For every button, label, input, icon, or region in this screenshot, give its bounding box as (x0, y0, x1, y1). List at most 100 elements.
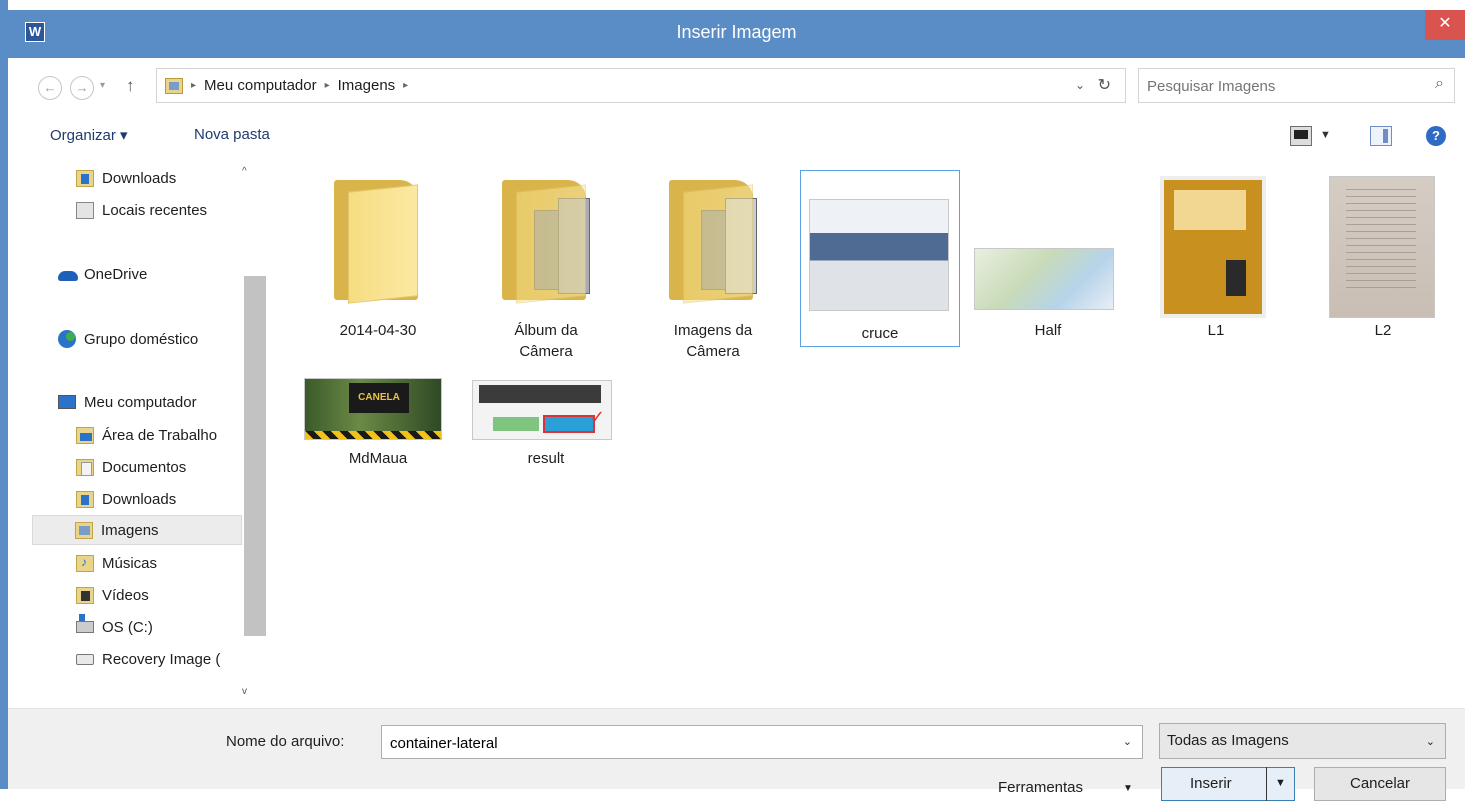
change-view-icon[interactable] (1290, 126, 1312, 146)
file-type-value: Todas as Imagens (1167, 732, 1289, 749)
sidebar-item-onedrive[interactable]: OneDrive (58, 259, 147, 289)
breadcrumb-separator-icon[interactable]: ▸ (191, 80, 196, 91)
pictures-folder-icon (75, 521, 93, 539)
file-item-label: cruce (861, 325, 899, 342)
up-button[interactable]: ↑ (126, 76, 135, 96)
file-item-label: Álbum da Câmera (514, 322, 578, 360)
sidebar-item-label: Locais recentes (102, 201, 208, 219)
filename-label: Nome do arquivo: (226, 733, 345, 750)
file-item-label: result (527, 450, 565, 467)
file-item-label: Half (1034, 322, 1062, 339)
file-item-folder[interactable]: Álbum da Câmera (466, 168, 626, 368)
sidebar-item-label: Recovery Image ( (102, 650, 221, 668)
music-folder-icon (76, 554, 94, 572)
homegroup-icon (58, 330, 76, 348)
sidebar-item-downloads[interactable]: Downloads (76, 163, 176, 193)
downloads-folder-icon (76, 490, 94, 508)
search-input[interactable] (1147, 75, 1407, 97)
sidebar-item-label: Downloads (102, 169, 177, 187)
image-thumbnail: ✓ (472, 380, 612, 440)
cancel-button[interactable]: Cancelar (1314, 767, 1446, 801)
search-box[interactable]: ⌕ (1138, 68, 1455, 103)
address-history-dropdown[interactable]: ⌄ (1075, 78, 1085, 92)
file-item-image[interactable]: Half (968, 168, 1128, 348)
recent-locations-dropdown[interactable]: ▾ (100, 80, 105, 91)
sidebar-item-label: Imagens (101, 521, 159, 539)
sidebar-item-recovery-drive[interactable]: Recovery Image ( (76, 644, 246, 674)
help-icon[interactable]: ? (1426, 126, 1446, 146)
sidebar-item-os-drive[interactable]: OS (C:) (76, 612, 153, 642)
sidebar-item-label: OneDrive (84, 265, 148, 283)
scroll-down-arrow-icon[interactable]: v (242, 686, 247, 697)
sidebar-item-downloads-2[interactable]: Downloads (76, 484, 176, 514)
computer-icon (58, 395, 76, 409)
back-button[interactable]: ← (38, 76, 62, 100)
downloads-folder-icon (76, 169, 94, 187)
command-toolbar: Organizar ▾ Nova pasta ▼ ? (8, 116, 1465, 158)
sidebar-item-label: Downloads (102, 490, 177, 508)
sidebar-item-label: OS (C:) (102, 618, 153, 636)
file-item-folder[interactable]: Imagens da Câmera (633, 168, 793, 368)
file-item-label: Imagens da Câmera (673, 322, 753, 360)
breadcrumb: ▸ Meu computador ▸ Imagens ▸ (165, 77, 408, 94)
image-thumbnail: CANELA (304, 378, 442, 440)
organize-button[interactable]: Organizar ▾ (50, 126, 128, 144)
sidebar-item-label: Meu computador (84, 393, 197, 411)
drive-icon (76, 614, 94, 633)
sidebar-item-recent-places[interactable]: Locais recentes (76, 195, 207, 225)
desktop-folder-icon (76, 426, 94, 444)
file-item-image[interactable]: ✓ result (466, 372, 626, 472)
image-thumbnail (1329, 176, 1435, 318)
documents-folder-icon (76, 458, 94, 476)
sidebar-scrollbar-thumb[interactable] (244, 276, 266, 636)
folder-icon (502, 180, 590, 304)
insert-options-dropdown[interactable]: ▼ (1266, 767, 1294, 801)
dialog-footer: Nome do arquivo: ⌄ Todas as Imagens ⌄ Fe… (8, 708, 1465, 801)
file-item-label: MdMaua (348, 450, 408, 467)
navigation-pane: Downloads Locais recentes OneDrive Grupo… (8, 158, 266, 708)
file-item-image[interactable]: L1 (1136, 168, 1296, 348)
forward-button[interactable]: → (70, 76, 94, 100)
recent-places-icon (76, 201, 94, 219)
title-bar: W Inserir Imagem ✕ (8, 10, 1465, 58)
sidebar-item-pictures[interactable]: Imagens (32, 515, 242, 545)
breadcrumb-separator-icon[interactable]: ▸ (325, 80, 330, 91)
file-item-label: L2 (1374, 322, 1392, 339)
folder-icon (334, 180, 422, 304)
file-item-image[interactable]: CANELA MdMaua (298, 372, 458, 472)
sidebar-item-label: Grupo doméstico (84, 330, 199, 348)
scroll-up-arrow-icon[interactable]: ^ (242, 166, 247, 177)
view-options-dropdown[interactable]: ▼ (1320, 129, 1342, 149)
file-item-folder[interactable]: 2014-04-30 (298, 168, 458, 348)
refresh-icon[interactable]: ↻ (1098, 75, 1111, 95)
close-button[interactable]: ✕ (1425, 10, 1465, 40)
search-icon[interactable]: ⌕ (1435, 75, 1444, 93)
breadcrumb-separator-icon[interactable]: ▸ (403, 80, 408, 91)
pictures-location-icon (165, 77, 183, 94)
preview-pane-icon[interactable] (1370, 126, 1392, 146)
file-item-image-selected[interactable]: cruce (800, 170, 960, 347)
sidebar-item-label: Vídeos (102, 586, 149, 604)
folder-icon (669, 180, 757, 304)
filename-input[interactable] (390, 733, 1090, 753)
insert-image-dialog: W Inserir Imagem ✕ ← → ▾ ↑ ▸ Meu computa… (0, 0, 1465, 801)
file-item-image[interactable]: L2 (1303, 168, 1463, 348)
address-bar[interactable]: ▸ Meu computador ▸ Imagens ▸ ⌄ ↻ (156, 68, 1126, 103)
navigation-bar: ← → ▾ ↑ ▸ Meu computador ▸ Imagens ▸ ⌄ ↻… (8, 58, 1465, 116)
file-type-select[interactable]: Todas as Imagens ⌄ (1159, 723, 1446, 759)
breadcrumb-item-computer[interactable]: Meu computador (204, 77, 317, 94)
window-title: Inserir Imagem (676, 22, 797, 42)
sidebar-item-desktop[interactable]: Área de Trabalho (76, 420, 217, 450)
sidebar-item-documents[interactable]: Documentos (76, 452, 186, 482)
sidebar-item-homegroup[interactable]: Grupo doméstico (58, 324, 198, 354)
tools-button[interactable]: Ferramentas (998, 779, 1083, 796)
breadcrumb-item-pictures[interactable]: Imagens (338, 77, 396, 94)
filename-combobox[interactable]: ⌄ (381, 725, 1143, 759)
sidebar-item-computer[interactable]: Meu computador (58, 387, 197, 417)
sidebar-item-music[interactable]: Músicas (76, 548, 157, 578)
sidebar-item-label: Músicas (102, 554, 158, 572)
sidebar-item-videos[interactable]: Vídeos (76, 580, 149, 610)
filename-dropdown-icon[interactable]: ⌄ (1123, 735, 1132, 748)
recovery-drive-icon (76, 653, 94, 665)
new-folder-button[interactable]: Nova pasta (194, 126, 270, 143)
